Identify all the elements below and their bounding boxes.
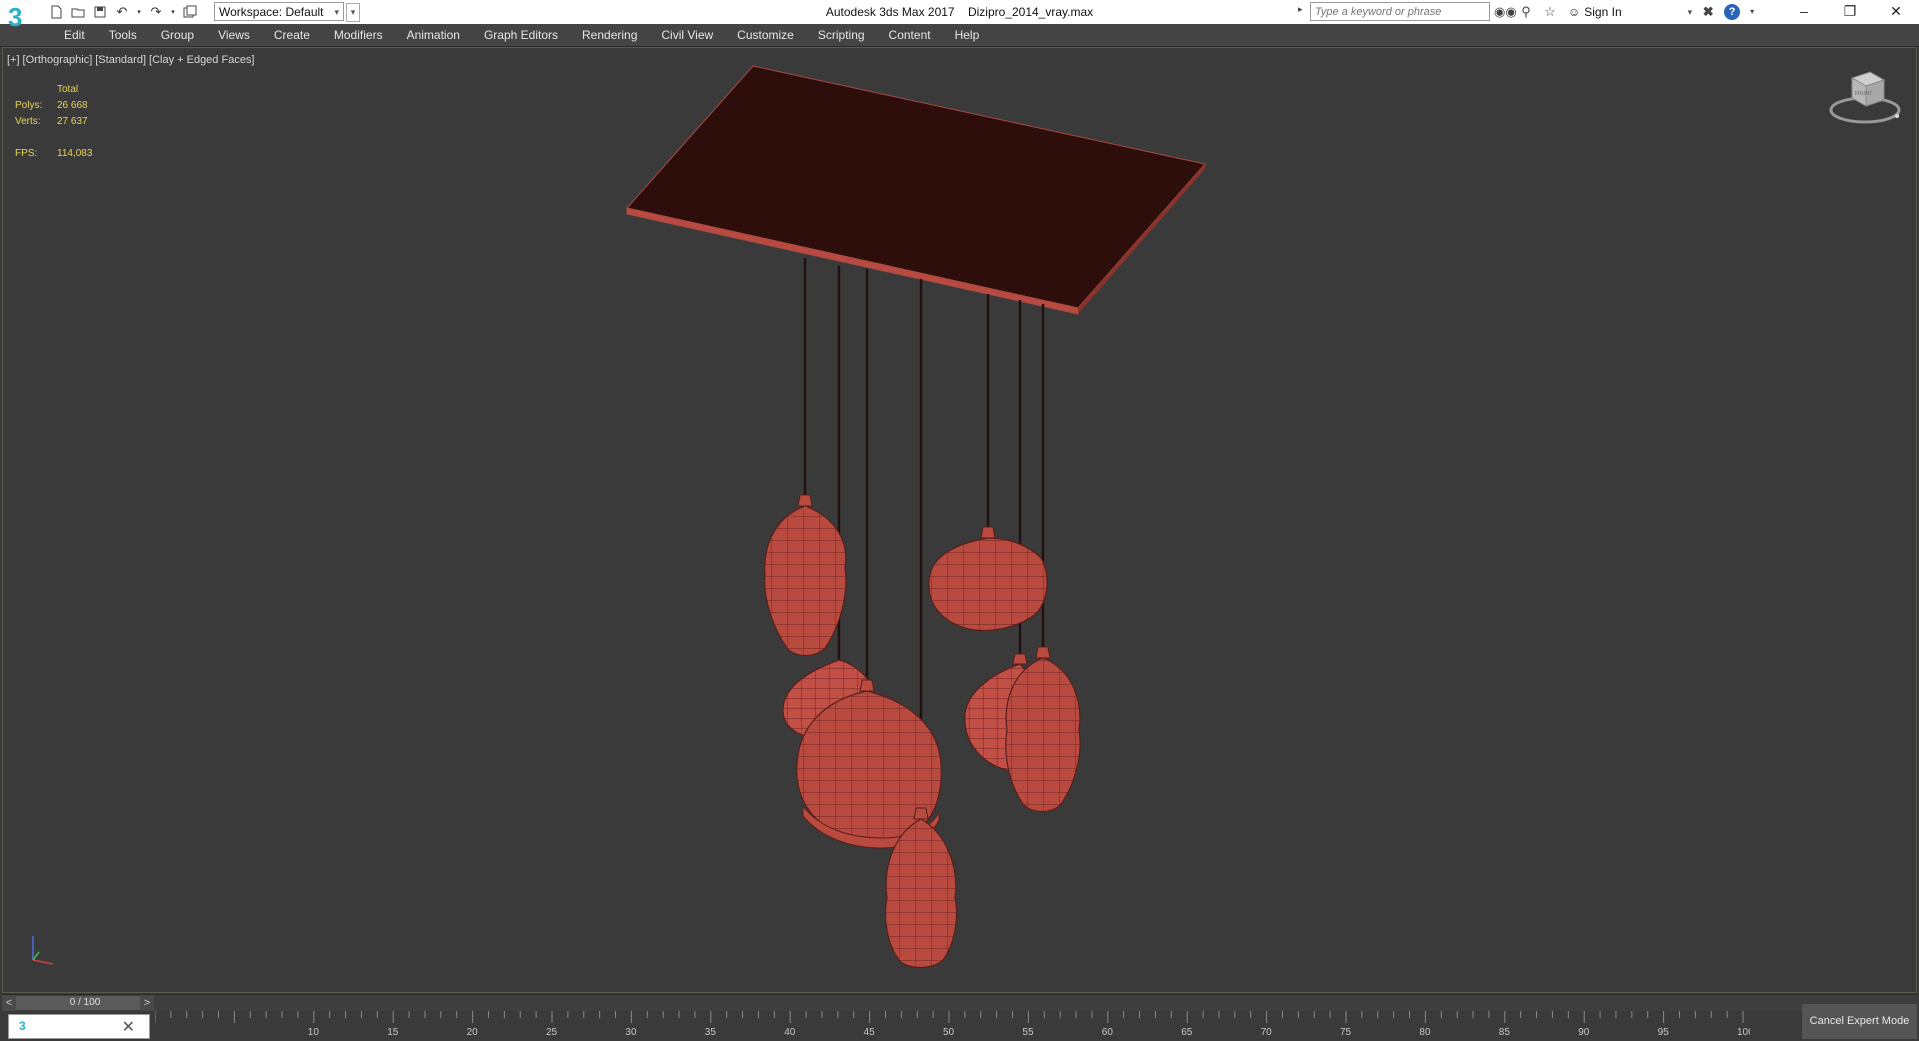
ruler-tick-label: 50: [943, 1027, 955, 1038]
ruler-tick-label: 80: [1419, 1027, 1431, 1038]
ruler-tick-label: 45: [864, 1027, 876, 1038]
menu-edit[interactable]: Edit: [52, 24, 97, 46]
menu-civil-view[interactable]: Civil View: [649, 24, 725, 46]
menu-graph-editors[interactable]: Graph Editors: [472, 24, 570, 46]
timeline-ruler[interactable]: 10 15 20 25 30 35 40 45 50 55 60 65 70 75 80 85 90 95 100: [155, 1011, 1750, 1041]
menu-modifiers[interactable]: Modifiers: [322, 24, 395, 46]
pendant-shade-1[interactable]: [764, 494, 847, 657]
close-icon[interactable]: ✕: [1873, 0, 1919, 24]
redo-dropdown-icon[interactable]: ▾: [170, 4, 176, 20]
cancel-expert-mode-button[interactable]: Cancel Expert Mode: [1802, 1004, 1917, 1039]
menu-help[interactable]: Help: [943, 24, 992, 46]
ruler-tick-label: 25: [546, 1027, 558, 1038]
menu-rendering[interactable]: Rendering: [570, 24, 649, 46]
ceiling-canopy[interactable]: [626, 65, 1206, 315]
close-icon[interactable]: ✕: [122, 1017, 135, 1037]
quick-access-toolbar: ↶ ▾ ↷ ▾: [48, 3, 198, 21]
restore-icon[interactable]: ❐: [1827, 0, 1873, 24]
workspace-label: Workspace: Default: [219, 5, 324, 19]
lamp-model[interactable]: [3, 48, 1916, 992]
app-logo[interactable]: 3: [8, 2, 38, 40]
undo-icon[interactable]: ↶: [114, 4, 130, 20]
help-icon[interactable]: ?: [1724, 4, 1741, 20]
ruler-tick-label: 40: [784, 1027, 796, 1038]
search-expand-icon[interactable]: ▸: [1298, 4, 1303, 15]
frame-readout: 0 / 100: [69, 997, 101, 1008]
prev-frame-button[interactable]: <: [2, 995, 16, 1011]
ruler-tick-label: 20: [467, 1027, 479, 1038]
pendant-shade-2[interactable]: [928, 526, 1048, 632]
sign-in-label: Sign In: [1584, 5, 1622, 19]
chevron-down-icon: ▾: [1687, 6, 1693, 17]
ruler-tick-label: 70: [1261, 1027, 1273, 1038]
app-logo-text: 3: [8, 2, 23, 32]
menu-group[interactable]: Group: [149, 24, 206, 46]
communication-center-icon[interactable]: ⚲: [1518, 4, 1534, 20]
sign-in-button[interactable]: ☺ Sign In ▾: [1568, 5, 1692, 19]
menu-create[interactable]: Create: [262, 24, 322, 46]
axis-tripod-icon: [32, 936, 54, 965]
save-icon[interactable]: [92, 4, 108, 20]
help-dropdown-icon[interactable]: ▾: [1748, 4, 1756, 20]
ruler-ticks: 10 15 20 25 30 35 40 45 50 55 60 65 70 75 80 85 90 95 100: [155, 1011, 1750, 1038]
search-box[interactable]: [1310, 2, 1490, 21]
workspace-more-button[interactable]: ▾: [346, 3, 360, 22]
binoculars-icon[interactable]: ◉◉: [1494, 4, 1517, 20]
ruler-tick-label: 10: [308, 1027, 320, 1038]
menu-content[interactable]: Content: [877, 24, 943, 46]
ruler-tick-label: 30: [625, 1027, 637, 1038]
menu-tools[interactable]: Tools: [97, 24, 149, 46]
ruler-tick-label: 100: [1737, 1027, 1750, 1038]
app-name: Autodesk 3ds Max 2017: [825, 5, 955, 19]
menu-views[interactable]: Views: [206, 24, 262, 46]
ruler-tick-label: 55: [1022, 1027, 1034, 1038]
time-slider-thumb[interactable]: 0 / 100: [16, 996, 154, 1010]
ruler-tick-label: 65: [1181, 1027, 1193, 1038]
ruler-tick-label: 90: [1578, 1027, 1590, 1038]
chevron-down-icon: ▾: [334, 7, 339, 17]
redo-icon[interactable]: ↷: [148, 4, 164, 20]
time-slider[interactable]: < 0 / 100 >: [2, 994, 1917, 1011]
menu-customize[interactable]: Customize: [725, 24, 806, 46]
favorites-star-icon[interactable]: ☆: [1542, 4, 1558, 20]
maxscript-icon: 3: [19, 1019, 26, 1033]
window-controls: – ❐ ✕: [1781, 0, 1919, 24]
project-folder-icon[interactable]: [182, 4, 198, 20]
menu-animation[interactable]: Animation: [395, 24, 472, 46]
file-name: Dizipro_2014_vray.max: [967, 5, 1094, 19]
main-menu: Edit Tools Group Views Create Modifiers …: [52, 24, 991, 46]
undo-dropdown-icon[interactable]: ▾: [136, 4, 142, 20]
perspective-viewport[interactable]: [+] [Orthographic] [Standard] [Clay + Edged…: [2, 47, 1917, 993]
next-frame-button[interactable]: >: [140, 995, 154, 1011]
open-file-icon[interactable]: [70, 4, 86, 20]
workspace-dropdown[interactable]: Workspace: Default ▾: [214, 2, 344, 21]
title-bar: 3 ↶ ▾ ↷ ▾ Workspace: Default ▾ ▾ Autodes…: [0, 0, 1919, 32]
minimize-icon[interactable]: –: [1781, 0, 1827, 24]
exchange-apps-icon[interactable]: ✖: [1700, 4, 1716, 20]
search-input[interactable]: [1311, 3, 1489, 20]
menu-scripting[interactable]: Scripting: [806, 24, 877, 46]
user-icon: ☺: [1568, 5, 1581, 19]
maxscript-mini-listener[interactable]: 3 ✕: [8, 1014, 150, 1039]
ruler-tick-label: 15: [387, 1027, 399, 1038]
new-file-icon[interactable]: [48, 4, 64, 20]
title-tools: ◉◉ ⚲ ☆ ☺ Sign In ▾ ✖ ? ▾: [1494, 3, 1756, 21]
menu-bar: Edit Tools Group Views Create Modifiers …: [0, 24, 1919, 47]
ruler-tick-label: 85: [1499, 1027, 1511, 1038]
ruler-tick-label: 75: [1340, 1027, 1352, 1038]
ruler-tick-label: 95: [1658, 1027, 1670, 1038]
ruler-tick-label: 60: [1102, 1027, 1114, 1038]
ruler-tick-label: 35: [705, 1027, 717, 1038]
